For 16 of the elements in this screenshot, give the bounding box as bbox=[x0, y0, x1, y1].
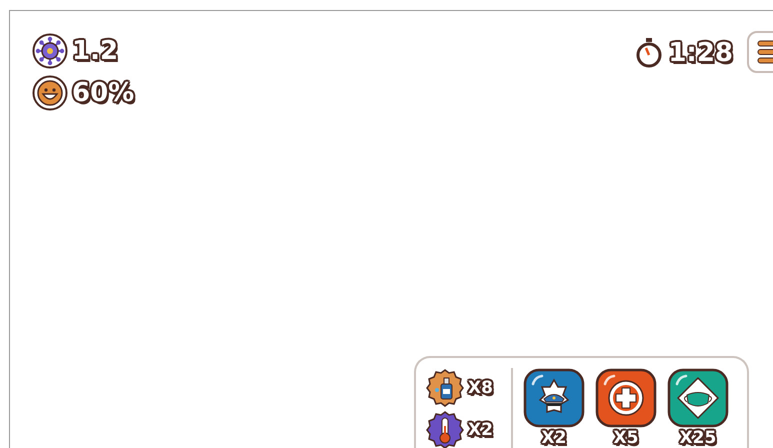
medic-unit-icon[interactable] bbox=[594, 368, 657, 428]
unit-count: X5 bbox=[613, 428, 638, 448]
stat-value: 1.2 bbox=[72, 35, 118, 67]
stat-value: 60% bbox=[72, 77, 134, 109]
timer-text: 1:28 bbox=[668, 37, 733, 69]
sanitizer-icon[interactable] bbox=[426, 368, 464, 408]
item-count: X2 bbox=[468, 420, 493, 440]
item-count: X8 bbox=[468, 378, 493, 398]
thermometer-icon[interactable] bbox=[426, 410, 464, 448]
virus-icon bbox=[32, 33, 68, 69]
stopwatch-icon bbox=[636, 37, 662, 69]
police-unit-icon[interactable] bbox=[522, 368, 585, 428]
smiley-icon bbox=[32, 75, 68, 111]
unit-count: X25 bbox=[680, 428, 716, 448]
unit-count: X2 bbox=[541, 428, 566, 448]
mask-unit-icon[interactable] bbox=[666, 368, 729, 428]
